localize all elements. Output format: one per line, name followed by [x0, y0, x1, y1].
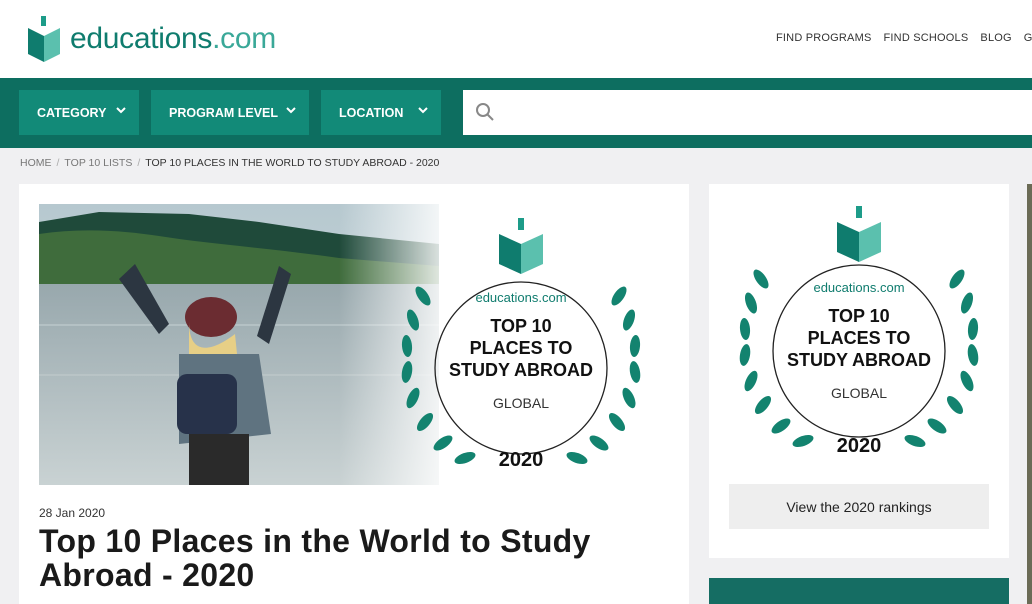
breadcrumb-separator: / [56, 157, 60, 169]
side-ranking-card: educations.com TOP 10 PLACES TO STUDY AB… [709, 184, 1009, 558]
chevron-down-icon [286, 107, 296, 114]
location-label: LOCATION [339, 105, 404, 120]
filter-bar: CATEGORY PROGRAM LEVEL LOCATION [0, 78, 1032, 148]
nav-blog[interactable]: BLOG [980, 32, 1011, 44]
article-card: educations.com TOP 10 PLACES TO STUDY AB… [19, 184, 689, 604]
chevron-down-icon [116, 107, 126, 114]
badge-year: 2020 [499, 449, 544, 471]
award-badge: educations.com TOP 10 PLACES TO STUDY AB… [739, 206, 979, 457]
breadcrumb: HOME / TOP 10 LISTS / TOP 10 PLACES IN THE W… [20, 157, 439, 169]
book-logo-icon [499, 218, 543, 274]
program-level-label: PROGRAM LEVEL [169, 105, 279, 120]
badge-scope: GLOBAL [831, 385, 887, 401]
badge-line3: STUDY ABROAD [787, 350, 931, 370]
logo-tld: .com [212, 22, 276, 55]
category-label: CATEGORY [37, 105, 107, 120]
badge-brand: educations.com [813, 280, 904, 295]
badge-brand: educations.com [475, 290, 566, 305]
badge-scope: GLOBAL [493, 395, 549, 411]
promo-card[interactable] [709, 578, 1009, 604]
badge-line2: PLACES TO [808, 328, 911, 348]
view-rankings-button[interactable]: View the 2020 rankings [729, 484, 989, 529]
book-logo-icon [837, 206, 881, 262]
book-logo-icon [28, 16, 60, 62]
side-image-strip [1027, 184, 1032, 604]
hero-image: educations.com TOP 10 PLACES TO STUDY AB… [39, 204, 669, 485]
badge-line2: PLACES TO [470, 338, 573, 358]
chevron-down-icon [418, 107, 428, 114]
badge-year: 2020 [837, 435, 882, 457]
article-title: Top 10 Places in the World to Study Abro… [39, 523, 591, 593]
search-input[interactable] [463, 90, 1032, 135]
breadcrumb-separator: / [137, 157, 141, 169]
site-logo[interactable]: educations.com [26, 16, 276, 62]
article-date: 28 Jan 2020 [39, 506, 106, 520]
logo-name: educations [70, 22, 213, 55]
nav-guides[interactable]: GUI [1024, 32, 1032, 44]
breadcrumb-current: TOP 10 PLACES IN THE WORLD TO STUDY ABRO… [145, 157, 440, 169]
category-dropdown[interactable]: CATEGORY [19, 90, 139, 135]
badge-line3: STUDY ABROAD [449, 360, 593, 380]
nav-find-schools[interactable]: FIND SCHOOLS [884, 32, 969, 44]
nav-find-programs[interactable]: FIND PROGRAMS [776, 32, 872, 44]
top-navigation: FIND PROGRAMS FIND SCHOOLS BLOG GUI [776, 32, 1032, 44]
breadcrumb-home[interactable]: HOME [20, 157, 52, 169]
badge-line1: TOP 10 [490, 316, 551, 336]
location-dropdown[interactable]: LOCATION [321, 90, 441, 135]
breadcrumb-top10[interactable]: TOP 10 LISTS [64, 157, 132, 169]
award-badge: educations.com TOP 10 PLACES TO STUDY AB… [401, 218, 641, 471]
badge-line1: TOP 10 [828, 306, 889, 326]
search-icon [476, 103, 494, 121]
site-header: educations.com FIND PROGRAMS FIND SCHOOL… [0, 0, 1032, 78]
program-level-dropdown[interactable]: PROGRAM LEVEL [151, 90, 309, 135]
